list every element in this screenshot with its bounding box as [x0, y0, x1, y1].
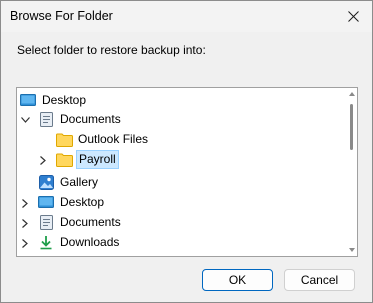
vertical-scrollbar-thumb[interactable] — [350, 104, 353, 150]
tree-item-label: Desktop — [42, 93, 87, 107]
close-icon — [347, 10, 359, 22]
tree-item-label: Outlook Files — [78, 132, 149, 146]
title-bar: Browse For Folder — [1, 1, 372, 32]
window-title: Browse For Folder — [10, 9, 113, 23]
tree-item-payroll[interactable]: Payroll — [55, 150, 119, 169]
close-button[interactable] — [340, 5, 366, 27]
folder-icon — [55, 152, 73, 168]
tree-item-outlook-files[interactable]: Outlook Files — [55, 130, 150, 149]
chevron-right-icon[interactable] — [19, 237, 31, 249]
tree-item-downloads[interactable]: Downloads — [37, 233, 121, 252]
tree-item-label: Payroll — [76, 150, 119, 169]
documents-icon — [37, 215, 55, 231]
ok-button[interactable]: OK — [202, 269, 273, 291]
chevron-right-icon[interactable] — [37, 154, 49, 166]
chevron-down-icon[interactable] — [19, 114, 31, 126]
desktop-icon — [37, 195, 55, 211]
chevron-right-icon[interactable] — [19, 197, 31, 209]
tree-item-documents[interactable]: Documents — [37, 213, 123, 232]
gallery-icon — [37, 175, 55, 191]
folder-tree[interactable]: Desktop Documents Outlook Files Payroll … — [16, 87, 358, 257]
tree-item-desktop-root[interactable]: Desktop — [19, 91, 88, 110]
tree-item-label: Documents — [60, 112, 121, 126]
tree-item-gallery[interactable]: Gallery — [37, 173, 100, 192]
folder-icon — [55, 132, 73, 148]
scroll-up-arrow[interactable] — [349, 92, 355, 96]
tree-item-label: Gallery — [60, 175, 99, 189]
instruction-text: Select folder to restore backup into: — [17, 43, 206, 57]
tree-item-label: Downloads — [60, 235, 120, 249]
cancel-button[interactable]: Cancel — [284, 269, 355, 291]
scroll-down-arrow[interactable] — [349, 248, 355, 252]
chevron-right-icon[interactable] — [19, 217, 31, 229]
documents-icon — [37, 112, 55, 128]
desktop-icon — [19, 93, 37, 109]
tree-item-label: Documents — [60, 215, 121, 229]
tree-item-label: Desktop — [60, 195, 105, 209]
browse-for-folder-dialog: Browse For Folder Select folder to resto… — [0, 0, 373, 303]
downloads-icon — [37, 235, 55, 251]
tree-item-documents-expanded[interactable]: Documents — [37, 110, 123, 129]
tree-item-desktop[interactable]: Desktop — [37, 193, 106, 212]
